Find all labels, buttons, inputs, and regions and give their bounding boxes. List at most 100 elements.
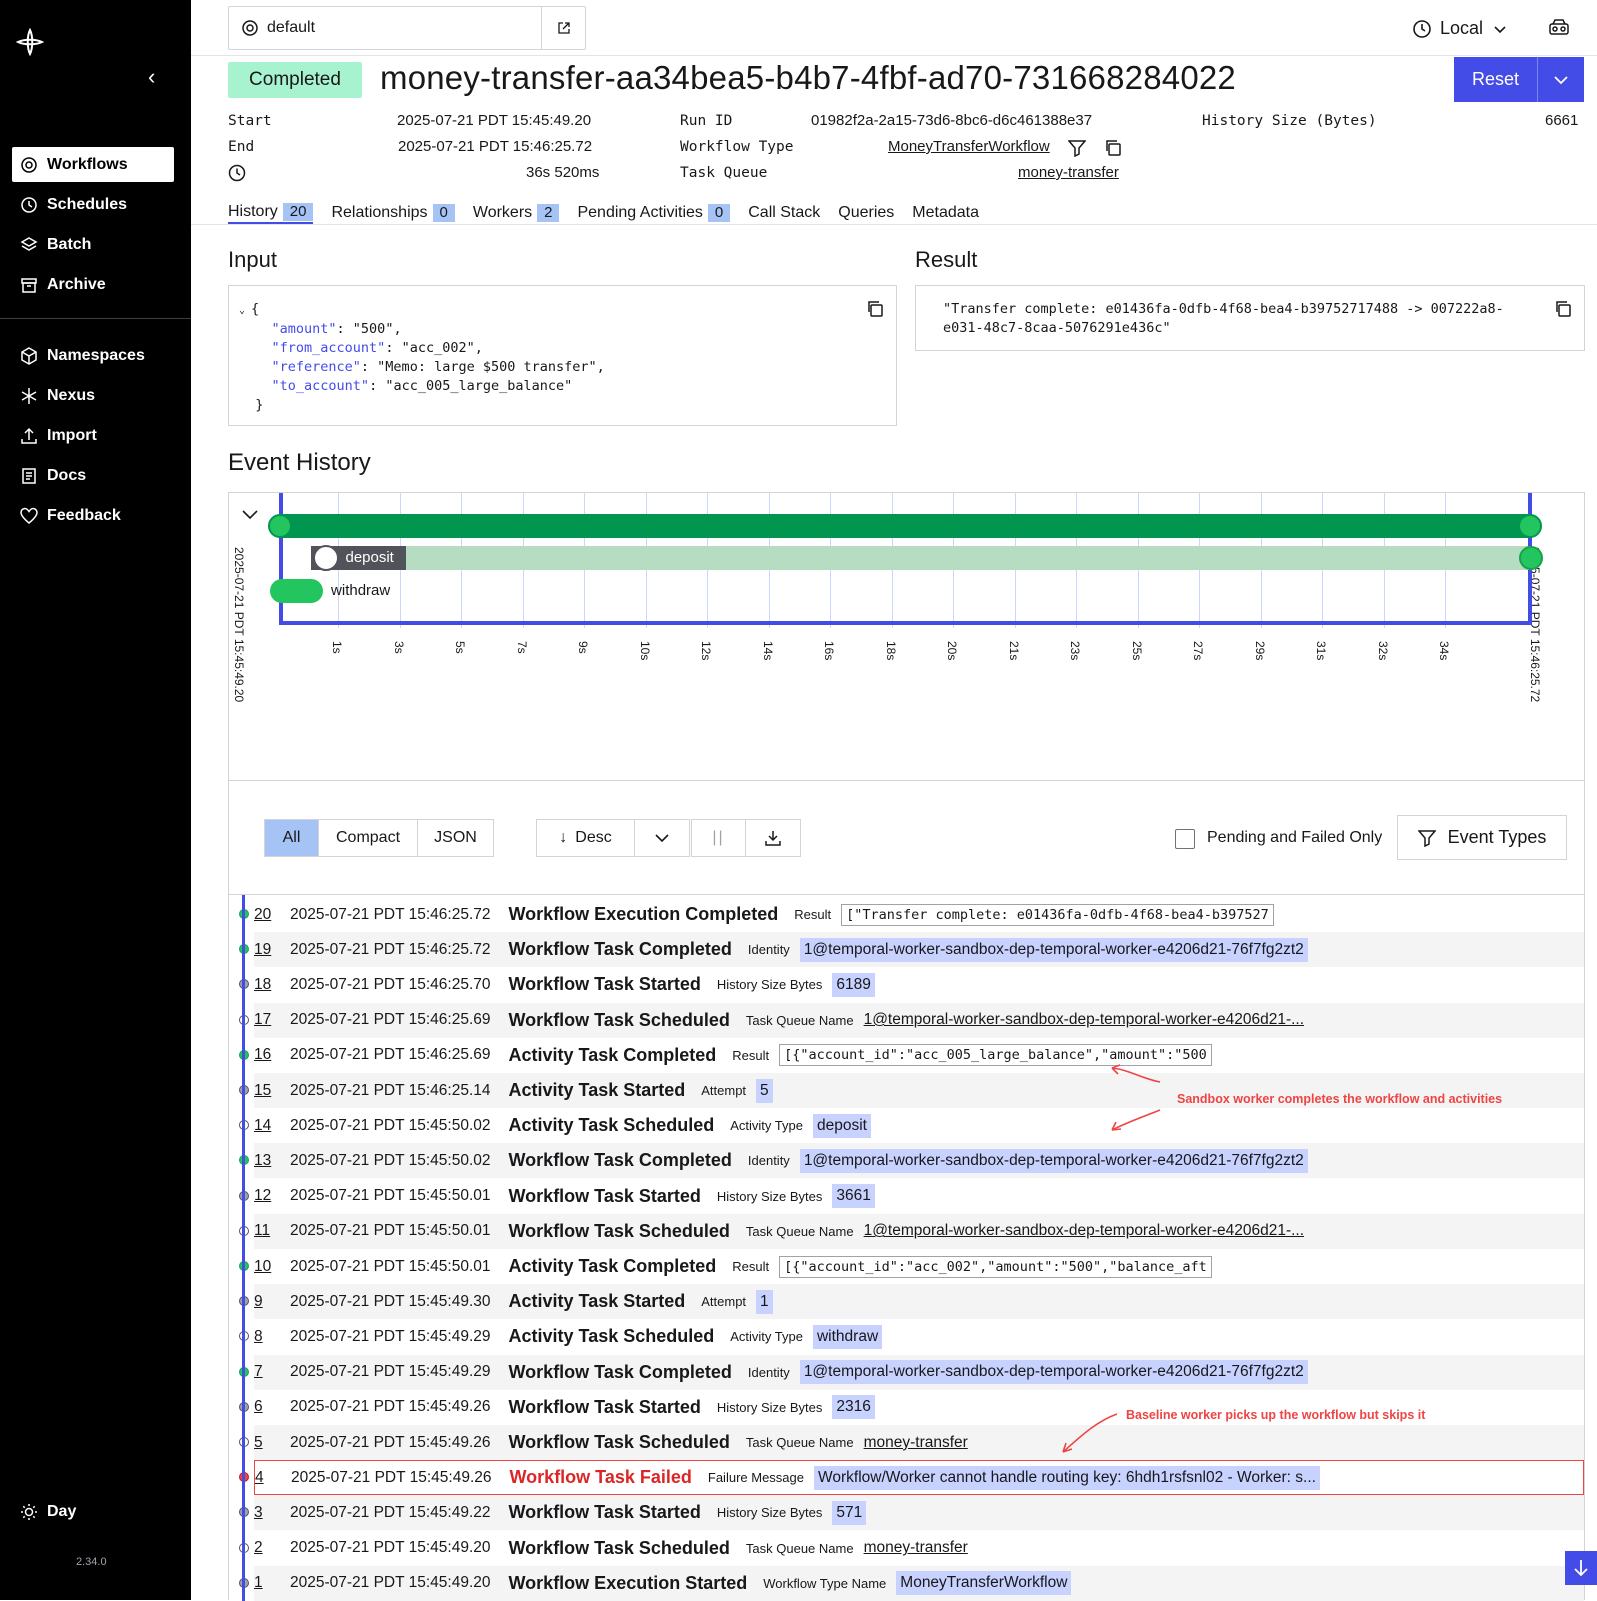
user-menu-icon[interactable]	[1548, 18, 1570, 38]
event-id-link[interactable]: 5	[254, 1434, 276, 1452]
event-id-link[interactable]: 15	[254, 1082, 276, 1100]
event-id-link[interactable]: 4	[255, 1469, 277, 1487]
tab-relationships[interactable]: Relationships 0	[331, 202, 455, 224]
sidebar-item-feedback[interactable]: Feedback	[12, 498, 174, 533]
event-detail-value: 1@temporal-worker-sandbox-dep-temporal-w…	[799, 1148, 1308, 1173]
workflow-end-marker[interactable]	[1518, 514, 1542, 538]
reset-button[interactable]: Reset	[1454, 57, 1537, 102]
sidebar-item-workflows[interactable]: Workflows	[12, 147, 174, 182]
event-id-link[interactable]: 2	[254, 1539, 276, 1557]
activity-bar-withdraw[interactable]	[270, 579, 324, 603]
view-all-button[interactable]: All	[265, 820, 319, 856]
event-detail-value[interactable]: money-transfer	[864, 1434, 968, 1452]
collapse-sidebar-icon[interactable]: ‹	[148, 66, 166, 88]
event-id-link[interactable]: 13	[254, 1152, 276, 1170]
event-id-link[interactable]: 20	[254, 906, 276, 924]
event-id-link[interactable]: 18	[254, 976, 276, 994]
event-detail-label: Activity Type	[730, 1118, 803, 1134]
sidebar-item-archive[interactable]: Archive	[12, 267, 174, 302]
copy-icon[interactable]	[1104, 139, 1122, 157]
table-row[interactable]: 20 2025-07-21 PDT 15:46:25.72 Workflow Exe…	[254, 897, 1584, 932]
clock-icon	[1413, 19, 1431, 38]
table-row[interactable]: 1 2025-07-21 PDT 15:45:49.20 Workflow Exec…	[254, 1565, 1584, 1601]
event-id-link[interactable]: 19	[254, 941, 276, 959]
table-row[interactable]: 18 2025-07-21 PDT 15:46:25.70 Workflow Tas…	[254, 967, 1584, 1002]
pause-button[interactable]: ||	[692, 820, 746, 856]
reset-options-button[interactable]	[1537, 57, 1584, 102]
copy-icon[interactable]	[866, 300, 884, 318]
event-detail-value: 1@temporal-worker-sandbox-dep-temporal-w…	[799, 937, 1308, 962]
table-row[interactable]: 16 2025-07-21 PDT 15:46:25.69 Activity Tas…	[254, 1038, 1584, 1073]
theme-toggle[interactable]: Day	[12, 1503, 76, 1521]
workflow-type-link[interactable]: MoneyTransferWorkflow	[888, 138, 1050, 155]
sort-desc-button[interactable]: ↓ Desc	[537, 820, 635, 856]
event-id-link[interactable]: 17	[254, 1011, 276, 1029]
table-row[interactable]: 8 2025-07-21 PDT 15:45:49.29 Activity Task…	[254, 1319, 1584, 1354]
open-namespace-button[interactable]	[541, 7, 585, 49]
event-time: 2025-07-21 PDT 15:45:49.20	[290, 1539, 491, 1557]
event-id-link[interactable]: 12	[254, 1187, 276, 1205]
view-json-button[interactable]: JSON	[418, 820, 493, 856]
activity-bar-deposit[interactable]	[313, 546, 1530, 570]
table-row[interactable]: 3 2025-07-21 PDT 15:45:49.22 Workflow Task…	[254, 1495, 1584, 1531]
table-row[interactable]: 14 2025-07-21 PDT 15:45:50.02 Activity Tas…	[254, 1108, 1584, 1143]
duration-icon	[228, 164, 246, 182]
filter-icon[interactable]	[1068, 139, 1086, 157]
sidebar-item-nexus[interactable]: Nexus	[12, 378, 174, 413]
copy-icon[interactable]	[1554, 300, 1572, 318]
scroll-to-bottom-button[interactable]	[1565, 1551, 1597, 1585]
table-row[interactable]: 17 2025-07-21 PDT 15:46:25.69 Workflow Tas…	[254, 1002, 1584, 1038]
task-queue-link[interactable]: money-transfer	[1018, 164, 1119, 181]
namespace-selector[interactable]: default	[228, 6, 586, 50]
tick-label: 18s	[883, 641, 898, 661]
event-id-link[interactable]: 6	[254, 1398, 276, 1416]
table-row[interactable]: 13 2025-07-21 PDT 15:45:50.02 Workflow Tas…	[254, 1143, 1584, 1179]
event-detail-value[interactable]: money-transfer	[864, 1539, 968, 1557]
event-id-link[interactable]: 7	[254, 1363, 276, 1381]
event-detail-value[interactable]: 1@temporal-worker-sandbox-dep-temporal-w…	[864, 1222, 1304, 1240]
pending-failed-checkbox[interactable]	[1175, 829, 1195, 849]
table-row[interactable]: 7 2025-07-21 PDT 15:45:49.29 Workflow Task…	[254, 1354, 1584, 1390]
view-compact-button[interactable]: Compact	[319, 820, 418, 856]
sidebar-item-import[interactable]: Import	[12, 418, 174, 453]
tab-metadata[interactable]: Metadata	[912, 202, 979, 224]
event-id-link[interactable]: 11	[254, 1222, 276, 1240]
sidebar-item-schedules[interactable]: Schedules	[12, 187, 174, 222]
event-id-link[interactable]: 1	[254, 1574, 276, 1592]
sidebar-item-namespaces[interactable]: Namespaces	[12, 338, 174, 373]
event-id-link[interactable]: 16	[254, 1046, 276, 1064]
chevron-down-icon[interactable]	[241, 505, 259, 523]
table-row[interactable]: 10 2025-07-21 PDT 15:45:50.01 Activity Tas…	[254, 1249, 1584, 1284]
tab-label: Workers	[472, 204, 533, 221]
table-row[interactable]: 11 2025-07-21 PDT 15:45:50.01 Workflow Tas…	[254, 1213, 1584, 1249]
table-row[interactable]: 19 2025-07-21 PDT 15:46:25.72 Workflow Tas…	[254, 932, 1584, 968]
timeline-axis	[279, 493, 283, 625]
workflow-start-marker[interactable]	[268, 514, 292, 538]
tab-history[interactable]: History 20	[228, 202, 314, 224]
event-id-link[interactable]: 3	[254, 1504, 276, 1522]
tab-call-stack[interactable]: Call Stack	[748, 202, 820, 224]
event-id-link[interactable]: 14	[254, 1117, 276, 1135]
tick-label: 25s	[1129, 641, 1144, 661]
temporal-logo-icon[interactable]	[16, 28, 44, 56]
sidebar-item-docs[interactable]: Docs	[12, 458, 174, 493]
event-id-link[interactable]: 8	[254, 1328, 276, 1346]
sort-options-button[interactable]	[635, 820, 689, 856]
table-row[interactable]: 9 2025-07-21 PDT 15:45:49.30 Activity Task…	[254, 1284, 1584, 1320]
workflow-bar[interactable]	[281, 514, 1530, 538]
download-button[interactable]	[746, 820, 800, 856]
tab-queries[interactable]: Queries	[838, 202, 894, 224]
collapse-json-icon[interactable]: ⌄	[239, 305, 251, 316]
tab-pending-activities[interactable]: Pending Activities 0	[577, 202, 731, 224]
table-row[interactable]: 2 2025-07-21 PDT 15:45:49.20 Workflow Task…	[254, 1531, 1584, 1566]
table-row[interactable]: 4 2025-07-21 PDT 15:45:49.26 Workflow Task…	[254, 1460, 1584, 1496]
table-row[interactable]: 12 2025-07-21 PDT 15:45:50.01 Workflow Tas…	[254, 1179, 1584, 1214]
event-types-button[interactable]: Event Types	[1397, 815, 1567, 860]
table-row[interactable]: 5 2025-07-21 PDT 15:45:49.26 Workflow Task…	[254, 1425, 1584, 1460]
event-id-link[interactable]: 9	[254, 1293, 276, 1311]
timezone-selector[interactable]: Local	[1412, 18, 1515, 39]
event-detail-value[interactable]: 1@temporal-worker-sandbox-dep-temporal-w…	[864, 1011, 1304, 1029]
event-id-link[interactable]: 10	[254, 1258, 276, 1276]
sidebar-item-batch[interactable]: Batch	[12, 227, 174, 262]
tab-workers[interactable]: Workers 2	[473, 202, 560, 224]
